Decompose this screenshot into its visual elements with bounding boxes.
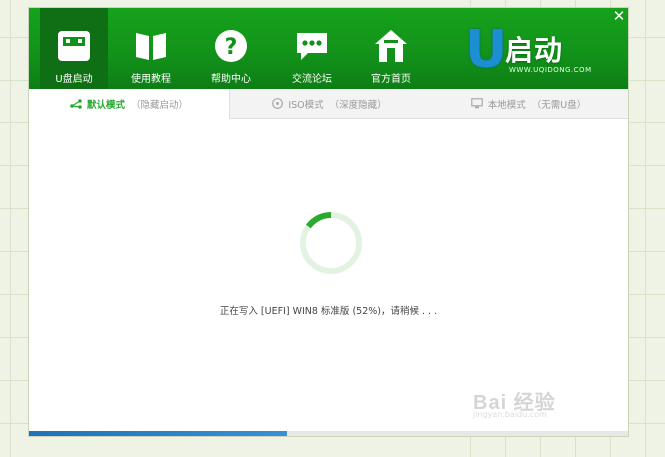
tab-sublabel: （隐藏启动） (131, 100, 189, 111)
svg-text:?: ? (225, 35, 238, 60)
tab-sublabel: （深度隐藏） (329, 99, 387, 111)
progress-bar (29, 431, 628, 436)
app-window: ✕ U盘启动 使用教程 ? 帮助中心 交流论坛 官方首页 U 启动 WWW.UQ… (29, 8, 628, 436)
nav-label: 帮助中心 (211, 74, 251, 85)
progress-fill (29, 431, 287, 436)
status-text: 正在写入 [UEFI] WIN8 标准版 (52%)，请稍候 . . . (219, 306, 438, 317)
book-icon (136, 33, 166, 60)
baidu-watermark: Bai 经验 jingyan.baidu.com (473, 392, 556, 419)
nav-label: 交流论坛 (292, 74, 332, 85)
nav-tutorial[interactable]: 使用教程 (117, 8, 185, 89)
header-bar: ✕ U盘启动 使用教程 ? 帮助中心 交流论坛 官方首页 U 启动 WWW.UQ… (29, 8, 628, 89)
branch-icon (70, 99, 82, 109)
logo-mark: U (465, 20, 508, 80)
logo-brand: 启动 (505, 34, 564, 67)
nav-forum[interactable]: 交流论坛 (278, 8, 346, 89)
question-icon: ? (215, 30, 247, 62)
nav-label: 官方首页 (371, 74, 411, 85)
chat-bubble-icon (297, 33, 327, 60)
nav-usb-boot[interactable]: U盘启动 (40, 8, 108, 89)
nav-label: 使用教程 (131, 74, 171, 85)
close-icon: ✕ (612, 8, 626, 25)
brand-logo: U 启动 WWW.UQIDONG.COM (463, 20, 623, 84)
tab-local-mode[interactable]: 本地模式 （无需U盘） (429, 89, 628, 118)
close-button[interactable]: ✕ (610, 8, 628, 24)
tab-label: 本地模式 (487, 99, 526, 111)
loading-spinner-icon (300, 212, 362, 274)
usb-drive-icon (58, 31, 90, 61)
main-content: 正在写入 [UEFI] WIN8 标准版 (52%)，请稍候 . . . Bai… (29, 119, 628, 436)
nav-homepage[interactable]: 官方首页 (357, 8, 425, 89)
tab-label: 默认模式 (86, 100, 125, 111)
home-icon (375, 30, 407, 62)
monitor-icon (470, 98, 483, 109)
tab-iso-mode[interactable]: ISO模式 （深度隐藏） (230, 89, 429, 118)
disc-icon (272, 98, 284, 109)
logo-url: WWW.UQIDONG.COM (509, 66, 592, 74)
tab-sublabel: （无需U盘） (531, 99, 587, 111)
nav-label: U盘启动 (55, 74, 93, 85)
nav-help-center[interactable]: ? 帮助中心 (197, 8, 265, 89)
mode-tabs: 默认模式 （隐藏启动） ISO模式 （深度隐藏） 本地模式 （无需U盘） (29, 89, 628, 119)
tab-label: ISO模式 (288, 99, 324, 111)
tab-default-mode[interactable]: 默认模式 （隐藏启动） (29, 89, 230, 119)
